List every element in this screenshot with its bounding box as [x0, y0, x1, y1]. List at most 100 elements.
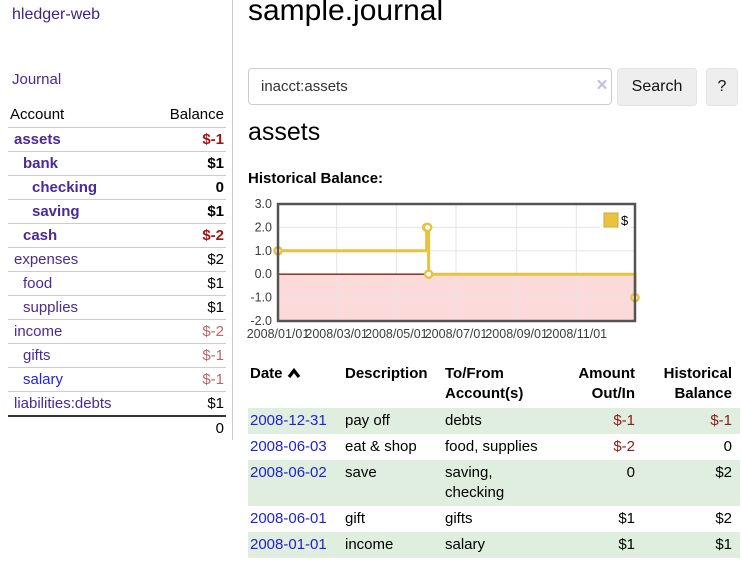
- transaction-balance: 0: [637, 434, 740, 460]
- account-row: cash $-2: [8, 224, 226, 248]
- register-header-amount: AmountOut/In: [573, 360, 637, 408]
- account-link[interactable]: gifts: [10, 347, 51, 364]
- account-row: saving $1: [8, 200, 226, 224]
- search-button[interactable]: Search: [617, 68, 697, 106]
- register-header-tofrom: To/FromAccount(s): [443, 360, 573, 408]
- svg-text:3.0: 3.0: [255, 198, 272, 211]
- account-balance: 0: [149, 176, 227, 200]
- account-row: liabilities:debts $1: [8, 392, 226, 417]
- svg-text:2008/03/01: 2008/03/01: [305, 327, 368, 341]
- account-balance: $-1: [149, 344, 227, 368]
- transaction-description: income: [343, 532, 443, 558]
- transaction-amount: $-2: [573, 434, 637, 460]
- svg-text:2008/11/01: 2008/11/01: [545, 327, 607, 341]
- transaction-date-link[interactable]: 2008-06-03: [250, 438, 327, 455]
- account-balance: $-1: [149, 368, 227, 392]
- account-balance: $-2: [149, 224, 227, 248]
- app-title-link[interactable]: hledger-web: [12, 6, 100, 24]
- account-heading: assets: [248, 118, 320, 147]
- account-row: assets $-1: [8, 128, 226, 152]
- account-link[interactable]: saving: [10, 203, 80, 220]
- account-link[interactable]: food: [10, 275, 52, 292]
- transaction-balance: $2: [637, 460, 740, 506]
- transaction-amount: $1: [573, 532, 637, 558]
- account-row: expenses $2: [8, 248, 226, 272]
- accounts-total-row: 0: [8, 416, 226, 440]
- transaction-balance: $2: [637, 506, 740, 532]
- account-link[interactable]: liabilities:debts: [10, 395, 112, 412]
- chart-title: Historical Balance:: [248, 170, 383, 187]
- account-link[interactable]: cash: [10, 227, 57, 244]
- account-row: food $1: [8, 272, 226, 296]
- account-link[interactable]: supplies: [10, 299, 78, 316]
- transaction-description: eat & shop: [343, 434, 443, 460]
- transaction-description: gift: [343, 506, 443, 532]
- svg-text:1.0: 1.0: [255, 244, 272, 258]
- svg-text:-1.0: -1.0: [250, 291, 272, 305]
- register-row: 2008-06-03 eat & shopfood, supplies$-20: [248, 434, 740, 460]
- register-header-description: Description: [343, 360, 443, 408]
- transaction-accounts: gifts: [443, 506, 573, 532]
- svg-text:2.0: 2.0: [255, 220, 272, 234]
- sidebar-item-journal[interactable]: Journal: [12, 71, 61, 88]
- transaction-balance: $1: [637, 532, 740, 558]
- svg-text:$: $: [621, 213, 629, 228]
- account-balance: $2: [149, 248, 227, 272]
- transaction-amount: $1: [573, 506, 637, 532]
- account-link[interactable]: assets: [10, 131, 61, 148]
- sort-ascending-icon[interactable]: [287, 368, 301, 379]
- register-row: 2008-06-01 giftgifts$1$2: [248, 506, 740, 532]
- transaction-accounts: food, supplies: [443, 434, 573, 460]
- transaction-date-link[interactable]: 2008-01-01: [250, 536, 327, 553]
- register-row: 2008-06-02 savesaving,checking0$2: [248, 460, 740, 506]
- transaction-amount: $-1: [573, 408, 637, 434]
- account-link[interactable]: bank: [10, 155, 58, 172]
- register-row: 2008-01-01incomesalary$1$1: [248, 532, 740, 558]
- account-link[interactable]: checking: [10, 179, 97, 196]
- account-row: checking 0: [8, 176, 226, 200]
- account-balance: $-2: [149, 320, 227, 344]
- account-balance: $1: [149, 392, 227, 417]
- register-table: DateDescriptionTo/FromAccount(s)AmountOu…: [248, 360, 740, 558]
- transaction-date-link[interactable]: 2008-06-02: [250, 464, 327, 481]
- register-header-historical: HistoricalBalance: [637, 360, 740, 408]
- page-title: sample.journal: [248, 0, 443, 28]
- svg-text:2008/01/01: 2008/01/01: [247, 327, 310, 341]
- account-balance: $-1: [149, 128, 227, 152]
- accounts-header-balance: Balance: [149, 103, 227, 128]
- transaction-description: pay off: [343, 408, 443, 434]
- account-link[interactable]: salary: [10, 371, 63, 388]
- accounts-header-account: Account: [8, 103, 149, 128]
- accounts-table: Account Balance assets $-1 bank $1 checking 0…: [8, 103, 226, 440]
- accounts-total: 0: [149, 416, 227, 440]
- account-row: salary $-1: [8, 368, 226, 392]
- svg-text:2008/07/01: 2008/07/01: [425, 327, 488, 341]
- account-balance: $1: [149, 296, 227, 320]
- transaction-accounts: saving,checking: [443, 460, 573, 506]
- transaction-amount: 0: [573, 460, 637, 506]
- help-button[interactable]: ?: [706, 68, 738, 106]
- search-input[interactable]: [248, 68, 612, 105]
- register-header-date[interactable]: Date: [248, 360, 343, 408]
- svg-text:2008/05/01: 2008/05/01: [365, 327, 428, 341]
- transaction-accounts: salary: [443, 532, 573, 558]
- svg-text:0.0: 0.0: [255, 267, 272, 281]
- account-row: gifts $-1: [8, 344, 226, 368]
- account-link[interactable]: income: [10, 323, 62, 340]
- account-balance: $1: [149, 152, 227, 176]
- transaction-date-link[interactable]: 2008-06-01: [250, 510, 327, 527]
- account-row: income $-2: [8, 320, 226, 344]
- account-link[interactable]: expenses: [10, 251, 78, 268]
- account-balance: $1: [149, 200, 227, 224]
- sidebar: hledger-web Journal Account Balance asse…: [0, 0, 233, 440]
- transaction-description: save: [343, 460, 443, 506]
- svg-text:2008/09/01: 2008/09/01: [485, 327, 548, 341]
- transaction-accounts: debts: [443, 408, 573, 434]
- svg-text:-2.0: -2.0: [250, 314, 272, 328]
- transaction-balance: $-1: [637, 408, 740, 434]
- historical-balance-chart: $3.0 2.0 1.0 0.0 -1.0 -2.02008/01/012008/03/0…: [246, 198, 742, 346]
- register-row: 2008-12-31pay offdebts$-1$-1: [248, 408, 740, 434]
- transaction-date-link[interactable]: 2008-12-31: [250, 412, 327, 429]
- clear-search-icon[interactable]: ×: [592, 76, 612, 96]
- account-balance: $1: [149, 272, 227, 296]
